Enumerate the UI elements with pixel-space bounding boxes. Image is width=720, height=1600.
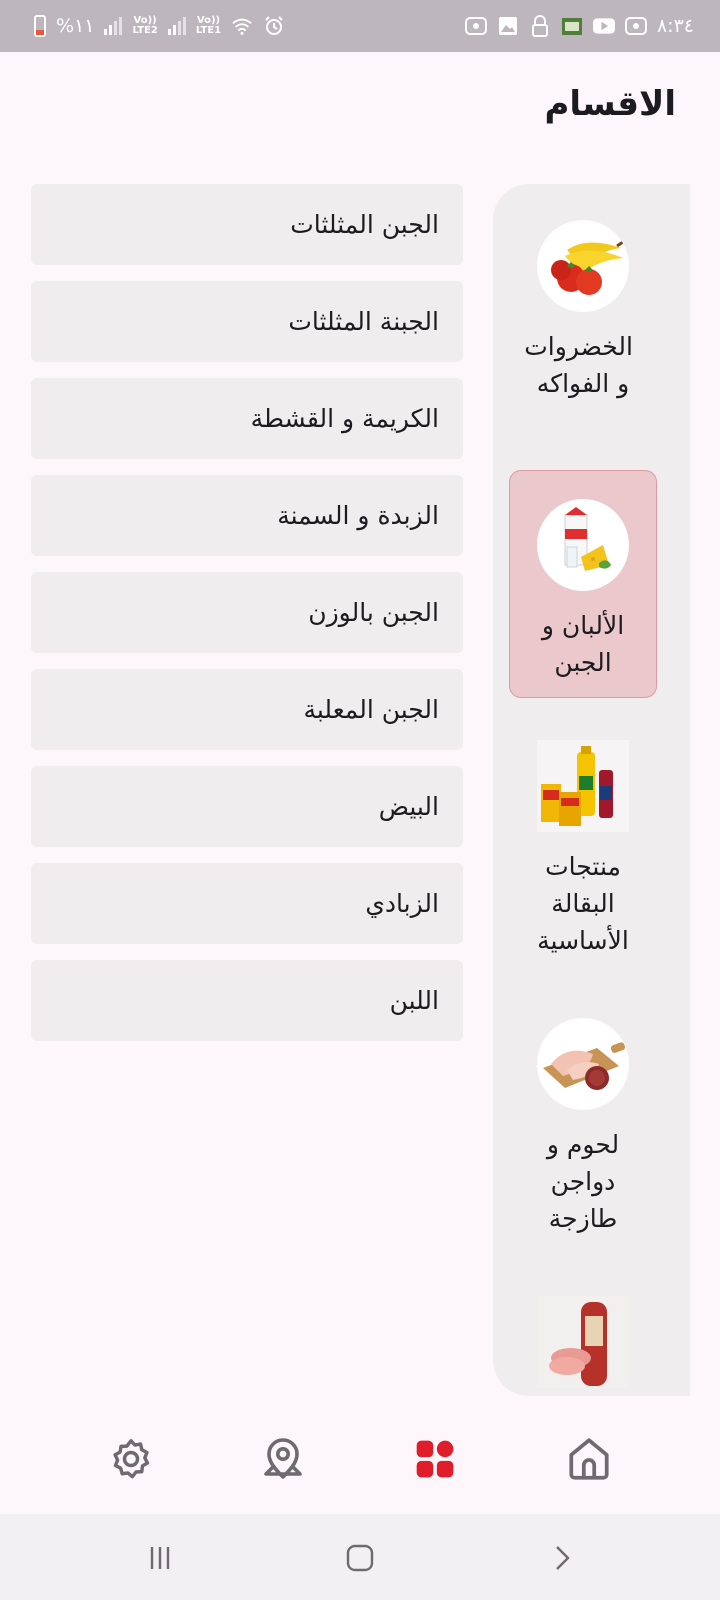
system-navigation-bar xyxy=(0,1514,720,1600)
category-item-cold-cuts[interactable] xyxy=(509,1296,657,1396)
system-home-button[interactable] xyxy=(340,1538,380,1578)
category-item-fruits-vegetables[interactable]: الخضروات و الفواكه xyxy=(509,220,657,402)
system-back-button[interactable] xyxy=(542,1538,582,1578)
screen-record-icon xyxy=(624,15,647,37)
home-icon xyxy=(569,1438,609,1480)
categories-grid-icon xyxy=(416,1440,454,1478)
dairy-cheese-image xyxy=(537,499,629,591)
category-rail[interactable]: الخضروات و الفواكه الألبان و الجبن منتجا… xyxy=(493,184,690,1396)
status-bar-left: %١١ Vo)) LTE2 Vo)) LTE1 xyxy=(34,15,285,37)
status-bar-right: ٨:٣٤ xyxy=(464,15,694,37)
clock: ٨:٣٤ xyxy=(656,15,694,37)
signal-icon xyxy=(104,17,123,35)
grocery-staples-image xyxy=(537,740,629,832)
subcategory-item[interactable]: الزبدة و السمنة xyxy=(31,475,463,556)
bottom-navigation xyxy=(0,1396,720,1514)
subcategory-item[interactable]: الجبن المعلبة xyxy=(31,669,463,750)
signal-icon xyxy=(167,17,186,35)
status-bar: %١١ Vo)) LTE2 Vo)) LTE1 ٨:٣٤ xyxy=(0,0,720,52)
battery-icon xyxy=(34,15,46,37)
category-item-grocery-staples[interactable]: منتجات البقالة الأساسية xyxy=(509,740,657,959)
subcategory-item[interactable]: الجبن المثلثات xyxy=(31,184,463,265)
back-icon xyxy=(556,1546,570,1570)
settings-gear-icon xyxy=(113,1439,150,1479)
lock-icon xyxy=(529,15,551,37)
location-pin-icon xyxy=(264,1438,302,1479)
recent-apps-button[interactable] xyxy=(140,1538,180,1578)
alarm-icon xyxy=(263,15,285,37)
wifi-icon xyxy=(231,15,253,37)
sim1-indicator: Vo)) LTE1 xyxy=(195,15,222,36)
subcategory-item[interactable]: اللبن xyxy=(31,960,463,1041)
fresh-meat-poultry-image xyxy=(537,1018,629,1110)
app-icon xyxy=(561,15,583,37)
subcategory-item[interactable]: الجبنة المثلثات xyxy=(31,281,463,362)
recent-apps-icon xyxy=(150,1547,170,1569)
category-label: الخضروات و الفواكه xyxy=(524,332,633,398)
subcategory-list: الجبن المثلثات الجبنة المثلثات الكريمة و… xyxy=(31,184,463,1057)
youtube-icon xyxy=(592,15,615,37)
home-square-icon xyxy=(346,1544,374,1572)
cold-cuts-image xyxy=(537,1296,629,1388)
nav-categories-button[interactable] xyxy=(408,1432,462,1486)
subcategory-item[interactable]: البيض xyxy=(31,766,463,847)
subcategory-item[interactable]: الكريمة و القشطة xyxy=(31,378,463,459)
nav-location-button[interactable] xyxy=(256,1432,310,1486)
category-item-dairy-cheese[interactable]: الألبان و الجبن xyxy=(509,470,657,698)
category-label: الألبان و الجبن xyxy=(541,611,625,677)
gallery-icon xyxy=(497,15,519,37)
battery-percent: %١١ xyxy=(56,15,95,37)
fruits-vegetables-image xyxy=(537,220,629,312)
screen-record-icon xyxy=(464,15,487,37)
subcategory-item[interactable]: الجبن بالوزن xyxy=(31,572,463,653)
page-title: الاقسام xyxy=(544,84,676,124)
category-label: منتجات البقالة الأساسية xyxy=(537,852,629,955)
subcategory-item[interactable]: الزبادي xyxy=(31,863,463,944)
category-label: لحوم و دواجن طازجة xyxy=(546,1130,620,1233)
nav-home-button[interactable] xyxy=(562,1432,616,1486)
nav-settings-button[interactable] xyxy=(104,1432,158,1486)
category-item-fresh-meat-poultry[interactable]: لحوم و دواجن طازجة xyxy=(509,1018,657,1237)
sim2-indicator: Vo)) LTE2 xyxy=(132,15,158,36)
